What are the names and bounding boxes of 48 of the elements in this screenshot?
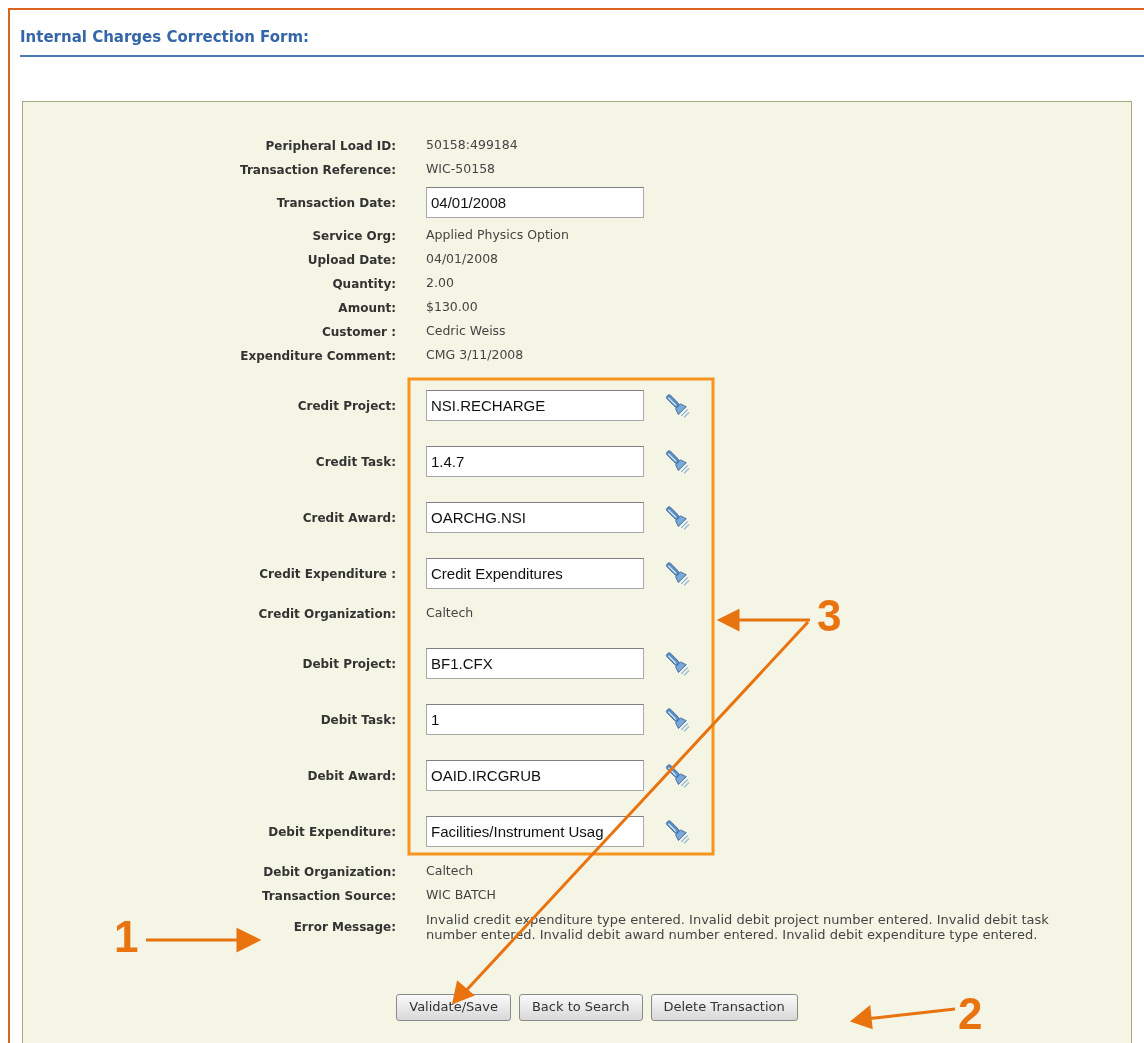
field-value: 2.00 <box>426 274 454 293</box>
field-label: Debit Organization: <box>263 864 396 879</box>
form-button[interactable]: Back to Search <box>518 993 643 1021</box>
field-label: Debit Expenditure: <box>268 824 396 839</box>
field-value: Cedric Weiss <box>426 322 506 341</box>
field-label: Credit Project: <box>297 398 396 413</box>
field-label: Transaction Reference: <box>240 162 396 177</box>
field-value: WIC-50158 <box>426 160 496 179</box>
field-value: 04/01/2008 <box>426 250 499 269</box>
field-label: Service Org: <box>312 228 396 243</box>
annotation-number: 1 <box>114 913 139 961</box>
input-field[interactable]: 1.4.7 <box>426 446 644 477</box>
field-value: Caltech <box>426 862 474 881</box>
field-label: Quantity: <box>332 276 396 291</box>
field-label: Credit Expenditure : <box>259 566 396 581</box>
field-label: Debit Award: <box>307 768 396 783</box>
field-label: Peripheral Load ID: <box>265 138 396 153</box>
field-label: Transaction Date: <box>276 195 396 210</box>
field-label: Credit Task: <box>315 454 396 469</box>
field-value: Caltech <box>426 604 474 623</box>
input-field[interactable]: BF1.CFX <box>426 648 644 679</box>
field-label: Credit Organization: <box>258 606 396 621</box>
input-field[interactable]: OARCHG.NSI <box>426 502 644 533</box>
form-button[interactable]: Validate/Save <box>396 993 511 1021</box>
field-value: 50158:499184 <box>426 136 518 155</box>
input-field[interactable]: 04/01/2008 <box>426 187 644 218</box>
field-label: Credit Award: <box>302 510 396 525</box>
field-value: CMG 3/11/2008 <box>426 346 524 365</box>
annotation-number: 2 <box>958 990 983 1038</box>
field-label: Debit Task: <box>320 712 396 727</box>
field-label: Debit Project: <box>302 656 396 671</box>
field-label: Amount: <box>338 300 396 315</box>
input-field[interactable]: 1 <box>426 704 644 735</box>
field-value: WIC BATCH <box>426 886 496 905</box>
form-title: Internal Charges Correction Form: <box>20 27 311 48</box>
field-label: Upload Date: <box>307 252 396 267</box>
input-field[interactable]: NSI.RECHARGE <box>426 390 644 421</box>
field-label: Error Message: <box>293 919 396 934</box>
input-field[interactable]: Credit Expenditures <box>426 558 644 589</box>
field-value: Applied Physics Option <box>426 226 569 245</box>
annotation-number: 3 <box>817 592 842 640</box>
form-button[interactable]: Delete Transaction <box>650 993 798 1021</box>
field-label: Expenditure Comment: <box>240 348 396 363</box>
field-label: Customer : <box>322 324 396 339</box>
input-field[interactable]: OAID.IRCGRUB <box>426 760 644 791</box>
field-value: $130.00 <box>426 298 478 317</box>
field-label: Transaction Source: <box>262 888 396 903</box>
input-field[interactable]: Facilities/Instrument Usag <box>426 816 644 847</box>
